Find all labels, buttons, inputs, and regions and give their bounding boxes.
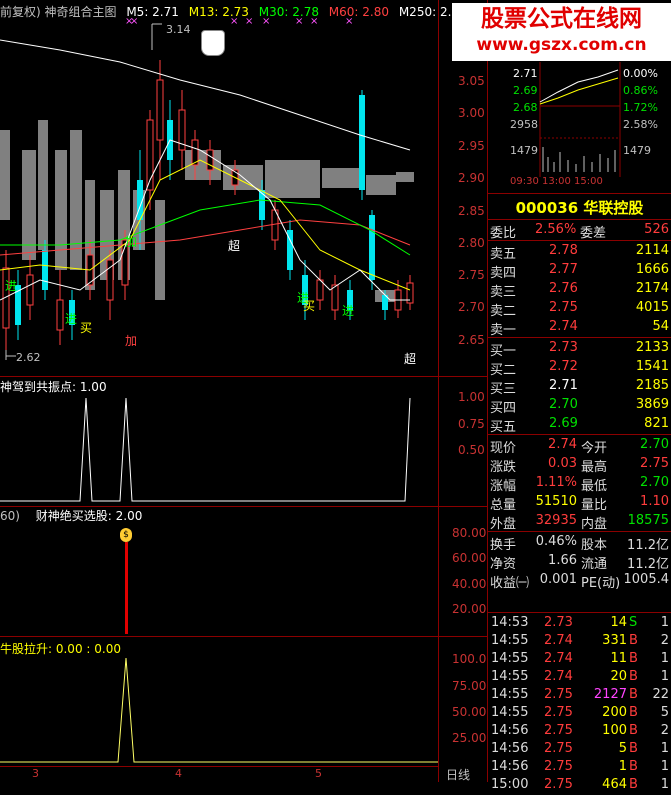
ind1-chart[interactable] xyxy=(0,376,438,506)
stock-name: 华联控股 xyxy=(583,199,644,217)
ind2-header: 60) 财神绝买选股: 2.00 xyxy=(0,509,143,523)
hand-cursor-icon xyxy=(201,30,225,56)
date-axis: 3 4 5 xyxy=(32,767,322,780)
tick-row: 14:55 2.75 200 B 5 xyxy=(491,705,669,720)
ma60-label: M60: 2.80 xyxy=(328,5,389,19)
high-label: 3.14 xyxy=(166,23,191,36)
order-ratio-row: 委比 2.56% 委差 526 xyxy=(490,222,669,241)
tick-row: 14:53 2.73 14 S 1 xyxy=(491,615,669,630)
tick-row: 14:56 2.75 1 B 1 xyxy=(491,759,669,774)
ma5-label: M5: 2.71 xyxy=(126,5,179,19)
tick-row: 14:55 2.75 2127 B 22 xyxy=(491,687,669,702)
tick-row: 14:56 2.75 5 B 1 xyxy=(491,741,669,756)
ma250-line xyxy=(0,39,411,151)
watermark-line1: 股票公式在线网 xyxy=(481,6,642,32)
signal-label: 加 xyxy=(125,235,137,249)
signal-label: 进 xyxy=(65,312,77,326)
signal-label: 进 xyxy=(5,279,17,293)
ma30-label: M30: 2.78 xyxy=(258,5,319,19)
gray-blocks xyxy=(0,120,414,302)
tick-row: 14:55 2.74 20 B 1 xyxy=(491,669,669,684)
chart-area[interactable]: 买 加 加 超 超 进 进 进 进 买 3.14 2.62 × × × × × × ×… xyxy=(0,0,467,782)
tick-row: 15:00 2.75 464 B 1 xyxy=(491,777,669,792)
mini-chart[interactable]: 2.71 2.69 2.68 2958 1479 0.00% 0.86% 1.7… xyxy=(488,62,671,190)
main-chart-title: 前复权) 神奇组合主图 xyxy=(0,5,117,19)
signal-label: 超 xyxy=(228,238,240,253)
main-chart-header: 前复权) 神奇组合主图 M5: 2.71 M13: 2.73 M30: 2.78… xyxy=(0,3,467,20)
tick-row: 14:56 2.75 100 B 2 xyxy=(491,723,669,738)
tick-row: 14:55 2.74 11 B 1 xyxy=(491,651,669,666)
ind2-signal-bar xyxy=(125,542,128,634)
ind3-chart[interactable] xyxy=(0,636,438,766)
ma13-label: M13: 2.73 xyxy=(188,5,249,19)
signal-label: 买 xyxy=(303,299,315,313)
coin-icon: $ xyxy=(120,528,132,542)
tick-row: 14:55 2.74 331 B 2 xyxy=(491,633,669,648)
stock-code: 000036 xyxy=(515,199,579,217)
stock-title: 000036 华联控股 xyxy=(488,197,671,217)
low-label: 2.62 xyxy=(16,351,41,364)
watermark-line2: www.gszx.com.cn xyxy=(476,35,647,55)
signal-label: 加 xyxy=(125,334,137,348)
signal-label: 超 xyxy=(404,351,416,366)
main-chart-svg[interactable]: 买 加 加 超 超 进 进 进 进 买 3.14 2.62 ×× × × × × ×… xyxy=(0,0,438,376)
period-tab-day[interactable]: 日线 xyxy=(446,766,470,783)
ind2-title: 财神绝买选股: 2.00 xyxy=(35,509,143,523)
watermark: 股票公式在线网 www.gszx.com.cn xyxy=(452,3,671,61)
signal-label: 进 xyxy=(342,304,354,318)
signal-label: 买 xyxy=(80,321,92,335)
